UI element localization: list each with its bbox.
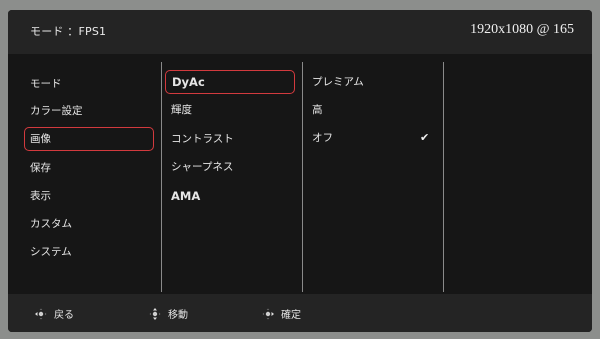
- move-hint[interactable]: 移動: [148, 306, 188, 322]
- footer-bar: 戻る 移動 確定: [8, 294, 592, 332]
- checkmark-icon: ✔: [420, 131, 430, 144]
- confirm-label: 確定: [281, 310, 301, 321]
- option-off[interactable]: オフ: [312, 128, 333, 148]
- dpad-updown-icon: [149, 307, 161, 320]
- sub-menu-item-brightness[interactable]: 輝度: [171, 100, 192, 120]
- main-menu-item-color[interactable]: カラー設定: [30, 101, 83, 121]
- sub-menu-item-ama[interactable]: AMA: [171, 186, 200, 206]
- sub-menu-item-sharpness[interactable]: シャープネス: [171, 157, 233, 177]
- confirm-hint[interactable]: 確定: [261, 306, 301, 322]
- column-divider-1: [161, 62, 162, 292]
- osd-panel: モード ：FPS1 1920x1080 @ 165 モード カラー設定 画像 保…: [8, 10, 592, 332]
- header-bar: モード ：FPS1 1920x1080 @ 165: [8, 10, 592, 54]
- back-hint[interactable]: 戻る: [34, 306, 74, 322]
- main-menu-item-mode[interactable]: モード: [30, 74, 62, 94]
- mode-title: モード ：FPS1: [30, 25, 107, 38]
- option-high[interactable]: 高: [312, 100, 323, 120]
- menu-content: モード カラー設定 画像 保存 表示 カスタム システム DyAc 輝度 コント…: [8, 54, 592, 294]
- main-menu-item-system[interactable]: システム: [30, 242, 72, 262]
- resolution-readout: 1920x1080 @ 165: [470, 22, 574, 37]
- main-menu-item-display[interactable]: 表示: [30, 186, 51, 206]
- main-menu-item-save[interactable]: 保存: [30, 158, 51, 178]
- move-label: 移動: [168, 310, 188, 321]
- column-divider-2: [302, 62, 303, 292]
- option-premium[interactable]: プレミアム: [312, 72, 364, 92]
- main-menu-item-picture[interactable]: 画像: [24, 127, 154, 151]
- main-menu-item-custom[interactable]: カスタム: [30, 214, 72, 234]
- sub-menu-item-dyac[interactable]: DyAc: [165, 70, 295, 94]
- sub-menu-item-contrast[interactable]: コントラスト: [171, 129, 234, 149]
- back-label: 戻る: [54, 310, 74, 321]
- dpad-right-icon: [262, 308, 274, 319]
- column-divider-3: [443, 62, 444, 292]
- dpad-left-icon: [35, 308, 47, 319]
